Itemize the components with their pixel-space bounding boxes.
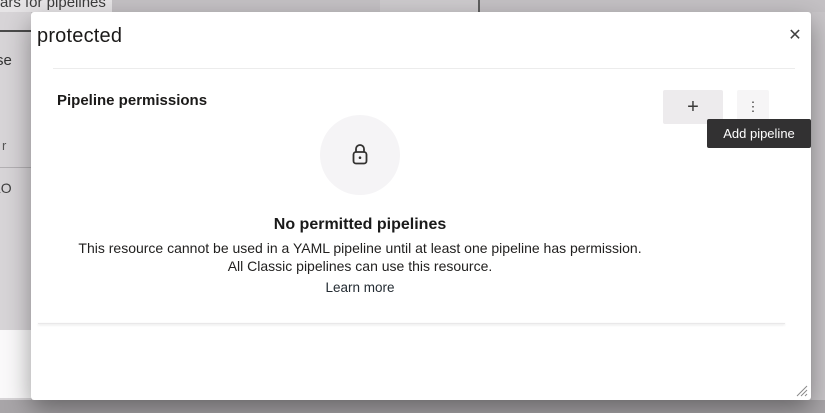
dialog-title: protected xyxy=(37,25,122,48)
background-text-fragment: se xyxy=(0,52,12,69)
header-divider xyxy=(53,68,795,69)
footer-divider xyxy=(38,323,785,324)
background-panel xyxy=(0,330,31,398)
background-text-fragment: r xyxy=(2,138,6,153)
background-right-strip xyxy=(812,12,825,400)
empty-state-title: No permitted pipelines xyxy=(53,215,667,235)
learn-more-link[interactable]: Learn more xyxy=(325,280,394,296)
close-icon[interactable]: ✕ xyxy=(783,23,807,47)
add-pipeline-tooltip: Add pipeline xyxy=(707,119,811,148)
background-text-fragment: LO xyxy=(0,180,12,196)
background-bottom-bar xyxy=(0,400,825,413)
section-heading: Pipeline permissions xyxy=(57,92,207,109)
empty-state: No permitted pipelines This resource can… xyxy=(53,115,667,297)
empty-state-line1: This resource cannot be used in a YAML p… xyxy=(53,239,667,257)
resize-handle-icon[interactable] xyxy=(796,385,808,397)
lock-icon xyxy=(349,143,371,167)
pipeline-permissions-dialog: protected ✕ Pipeline permissions + ⋮ Add… xyxy=(31,12,811,400)
background-page-fragment: ars for pipelines xyxy=(0,0,112,12)
plus-icon: + xyxy=(687,97,699,117)
background-column-divider xyxy=(478,0,480,12)
background-divider xyxy=(0,167,31,168)
empty-state-circle xyxy=(320,115,400,195)
tooltip-label: Add pipeline xyxy=(723,126,795,141)
background-table-header xyxy=(380,0,478,12)
empty-state-line2: All Classic pipelines can use this resou… xyxy=(53,257,667,275)
kebab-icon: ⋮ xyxy=(747,99,760,115)
background-text-pipelines: ars for pipelines xyxy=(0,0,112,11)
background-left-strip: se r LO xyxy=(0,12,31,400)
background-divider xyxy=(0,30,31,32)
